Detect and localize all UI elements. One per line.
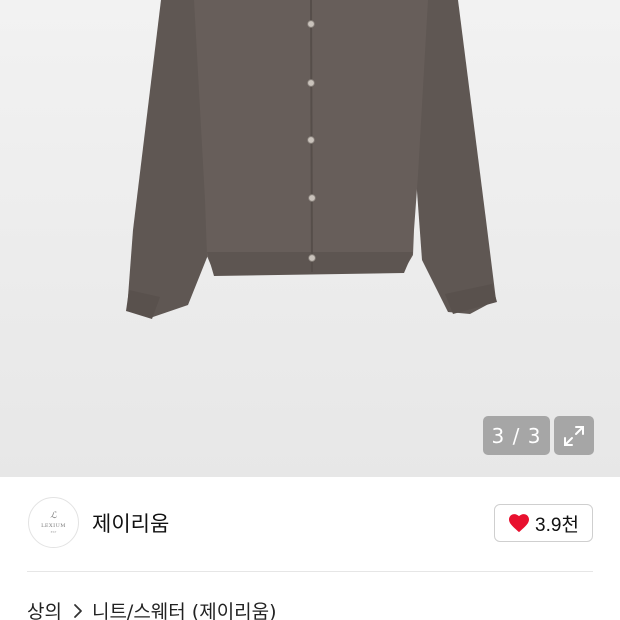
heart-icon [509, 514, 530, 533]
like-count: 3.9천 [535, 514, 579, 536]
brand-logo[interactable]: ℒ LEXIUM EST [28, 497, 79, 548]
expand-image-button[interactable] [554, 416, 594, 455]
breadcrumb: 상의 니트/스웨터 (제이리움) [27, 597, 277, 620]
brand-logo-text: LEXIUM [41, 522, 66, 529]
image-counter: 3 / 3 [483, 416, 550, 455]
chevron-right-icon [73, 603, 83, 619]
divider [27, 571, 593, 572]
product-image-gallery[interactable]: 3 / 3 [0, 0, 620, 477]
breadcrumb-category[interactable]: 상의 [27, 597, 62, 620]
brand-name[interactable]: 제이리움 [92, 508, 169, 538]
expand-arrows-icon [564, 425, 584, 446]
brand-logo-sub: EST [50, 529, 57, 534]
product-image [126, 0, 497, 319]
like-button[interactable]: 3.9천 [494, 504, 593, 542]
brand-logo-mark: ℒ [50, 510, 57, 521]
brand-row: ℒ LEXIUM EST 제이리움 3.9천 [0, 477, 620, 571]
breadcrumb-subcategory[interactable]: 니트/스웨터 (제이리움) [92, 597, 277, 620]
